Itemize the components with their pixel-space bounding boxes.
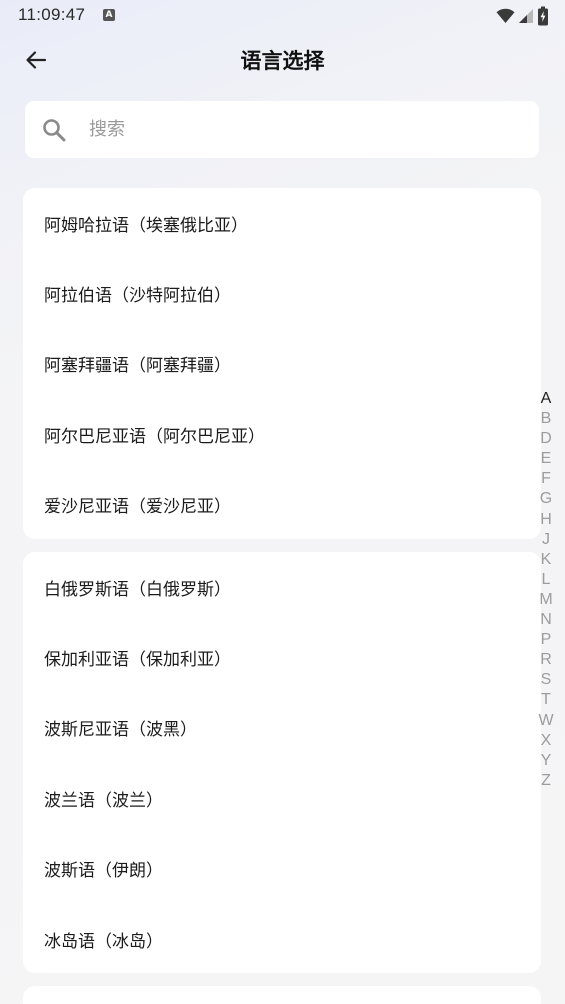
- index-letter[interactable]: L: [542, 570, 551, 590]
- index-letter[interactable]: W: [538, 711, 553, 731]
- notification-icon: A: [103, 9, 115, 21]
- page-title: 语言选择: [240, 49, 325, 73]
- app-header: 语言选择: [0, 32, 565, 88]
- battery-charging-icon: [538, 6, 548, 26]
- language-item[interactable]: 保加利亚语（保加利亚）: [23, 622, 541, 692]
- index-letter[interactable]: K: [541, 550, 552, 570]
- index-letter[interactable]: Z: [541, 771, 551, 791]
- language-item[interactable]: 白俄罗斯语（白俄罗斯）: [23, 552, 541, 622]
- wifi-icon: [496, 8, 515, 23]
- index-letter[interactable]: Y: [541, 751, 552, 771]
- language-item[interactable]: 波斯尼亚语（波黑）: [23, 693, 541, 763]
- index-letter[interactable]: M: [539, 590, 552, 610]
- index-letter[interactable]: G: [540, 489, 552, 509]
- index-letter[interactable]: E: [541, 449, 552, 469]
- index-letter[interactable]: J: [542, 530, 550, 550]
- language-item[interactable]: 阿塞拜疆语（阿塞拜疆）: [23, 329, 541, 399]
- index-letter[interactable]: D: [540, 429, 552, 449]
- index-letter[interactable]: H: [540, 510, 552, 530]
- language-item[interactable]: 阿尔巴尼亚语（阿尔巴尼亚）: [23, 399, 541, 469]
- index-letter[interactable]: A: [541, 389, 552, 409]
- alphabet-index-bar[interactable]: A B D E F G H J K L M N P R S T W X Y Z: [536, 389, 556, 791]
- search-input[interactable]: [89, 101, 519, 158]
- language-item[interactable]: 冰岛语（冰岛）: [23, 904, 541, 973]
- language-item[interactable]: 阿姆哈拉语（埃塞俄比亚）: [23, 188, 541, 258]
- index-letter[interactable]: X: [541, 731, 552, 751]
- index-letter[interactable]: P: [541, 630, 552, 650]
- status-time: 11:09:47: [18, 5, 86, 24]
- language-item[interactable]: 爱沙尼亚语（爱沙尼亚）: [23, 470, 541, 539]
- index-letter[interactable]: R: [540, 650, 552, 670]
- language-group-b: 白俄罗斯语（白俄罗斯） 保加利亚语（保加利亚） 波斯尼亚语（波黑） 波兰语（波兰…: [23, 552, 541, 973]
- cellular-signal-icon: [519, 9, 533, 23]
- language-item[interactable]: 波兰语（波兰）: [23, 763, 541, 833]
- index-letter[interactable]: B: [541, 409, 552, 429]
- search-box[interactable]: [25, 101, 539, 158]
- index-letter[interactable]: N: [540, 610, 552, 630]
- status-bar: 11:09:47 A: [0, 0, 565, 32]
- index-letter[interactable]: F: [541, 469, 551, 489]
- index-letter[interactable]: S: [541, 670, 552, 690]
- search-icon: [43, 119, 66, 142]
- index-letter[interactable]: T: [541, 690, 551, 710]
- language-item[interactable]: 阿拉伯语（沙特阿拉伯）: [23, 258, 541, 328]
- status-icons: [496, 6, 549, 26]
- language-group-a: 阿姆哈拉语（埃塞俄比亚） 阿拉伯语（沙特阿拉伯） 阿塞拜疆语（阿塞拜疆） 阿尔巴…: [23, 188, 541, 539]
- language-group-next: [23, 986, 541, 1004]
- language-item[interactable]: 波斯语（伊朗）: [23, 834, 541, 904]
